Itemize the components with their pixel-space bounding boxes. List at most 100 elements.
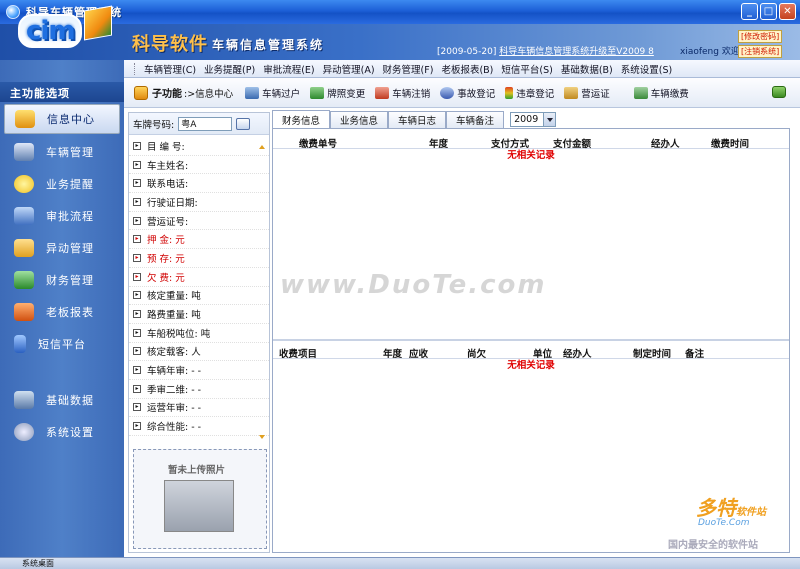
finance-icon <box>14 271 34 289</box>
permit-icon <box>564 86 579 99</box>
nav-item-vehicle[interactable]: 车辆管理 <box>0 136 124 168</box>
top-links: [修改密码] [注销系统] <box>738 30 783 58</box>
photo-box[interactable]: 暂未上传照片 <box>133 449 267 549</box>
vehicle-icon <box>14 143 34 161</box>
deregister-icon <box>375 86 390 99</box>
nav-list: 信息中心 车辆管理 业务提醒 审批流程 异动管理 财务管理 老板报表 短信平台 <box>0 102 124 448</box>
col-remarks: 备注 <box>685 349 705 360</box>
arrow-right-icon: ▸ <box>133 403 141 412</box>
arrow-right-icon: ▸ <box>133 422 141 431</box>
info-center-icon <box>15 110 35 128</box>
menu-vehicle[interactable]: 车辆管理(C) <box>144 62 196 76</box>
arrow-right-icon: ▸ <box>133 197 141 206</box>
col-pay-time: 缴费时间 <box>711 139 750 150</box>
field-passengers: ▸ 核定载客: 人 <box>129 343 269 362</box>
deregister-button[interactable]: 车辆注销 <box>375 86 430 100</box>
database-icon <box>14 391 34 409</box>
title-bar[interactable]: 科导车辆管理系统 _ □ ✕ <box>0 0 800 24</box>
charges-grid-header: 收费项目 年度 应收 尚欠 单位 经办人 制定时间 备注 <box>273 343 789 360</box>
approval-icon <box>14 207 34 225</box>
logo: cim <box>18 5 112 64</box>
col-charge-year: 年度 <box>383 349 403 360</box>
menu-settings[interactable]: 系统设置(S) <box>621 62 672 76</box>
edit-icon[interactable] <box>236 117 251 130</box>
phone-icon <box>14 335 26 353</box>
field-list: ▸ 目 编 号: ▸ 车主姓名: ▸ 联系电话: ▸ 行驶证日期: ▸ 营运证号: ▸ 押 … <box>129 135 269 436</box>
arrow-right-icon: ▸ <box>133 160 141 169</box>
change-password-link[interactable]: [修改密码] <box>738 30 783 43</box>
tab-vehicle-notes[interactable]: 车辆备注 <box>446 111 505 128</box>
watermark-slogan: 国内最安全的软件站 <box>668 540 758 551</box>
tab-business-info[interactable]: 业务信息 <box>330 111 389 128</box>
year-select[interactable]: 2009 <box>510 112 557 127</box>
nav-item-approval[interactable]: 审批流程 <box>0 200 124 232</box>
permit-button[interactable]: 营运证 <box>564 86 610 100</box>
nav-separator <box>0 360 124 384</box>
field-annual-review: ▸ 车辆年审: - - <box>129 361 269 380</box>
menu-sms[interactable]: 短信平台(S) <box>501 62 552 76</box>
minimize-button[interactable]: _ <box>741 3 758 20</box>
status-text: 系统桌面 <box>22 559 54 568</box>
nav-item-info-center[interactable]: 信息中心 <box>4 104 120 134</box>
payment-grid: 缴费单号 年度 支付方式 支付金额 经办人 缴费时间 无相关记录 <box>273 133 789 163</box>
window-controls: _ □ ✕ <box>741 3 796 20</box>
payment-grid-empty: 无相关记录 <box>507 150 555 161</box>
col-unit: 单位 <box>533 349 553 360</box>
nav-item-change[interactable]: 异动管理 <box>0 232 124 264</box>
payment-grid-header: 缴费单号 年度 支付方式 支付金额 经办人 缴费时间 <box>273 133 789 150</box>
close-button[interactable]: ✕ <box>779 3 796 20</box>
transfer-button[interactable]: 车辆过户 <box>245 86 300 100</box>
gear-icon <box>14 423 34 441</box>
news-ticker: [2009-05-20] 科导车辆信息管理系统升级至V2009 8 <box>437 44 654 57</box>
nav-item-settings[interactable]: 系统设置 <box>0 416 124 448</box>
status-bar: 系统桌面 <box>0 557 800 569</box>
nav-header: 主功能选项 <box>0 82 124 102</box>
reports-icon <box>14 303 34 321</box>
sub-toolbar: 子功能 :>信息中心 车辆过户 牌照变更 车辆注销 事故登记 违章登记 营运证 … <box>124 78 800 108</box>
plate-input[interactable]: 粤A <box>178 116 233 131</box>
violation-button[interactable]: 违章登记 <box>505 86 554 100</box>
menu-bar: 车辆管理(C) 业务提醒(P) 审批流程(E) 异动管理(A) 财务管理(F) … <box>124 60 800 78</box>
plate-change-button[interactable]: 牌照变更 <box>310 86 365 100</box>
nav-item-finance[interactable]: 财务管理 <box>0 264 124 296</box>
photo-placeholder-icon <box>164 480 234 532</box>
field-arrears: ▸ 欠 费: 元 <box>129 268 269 287</box>
payment-button[interactable]: 车辆缴费 <box>633 86 689 100</box>
menu-reports[interactable]: 老板报表(B) <box>441 62 493 76</box>
nav-item-reports[interactable]: 老板报表 <box>0 296 124 328</box>
refresh-icon[interactable] <box>772 86 786 98</box>
menu-reminder[interactable]: 业务提醒(P) <box>204 62 255 76</box>
menu-basic-data[interactable]: 基础数据(B) <box>561 62 613 76</box>
field-toll-weight: ▸ 路费重量: 吨 <box>129 305 269 324</box>
field-permit: ▸ 营运证号: <box>129 212 269 231</box>
tab-finance-info[interactable]: 财务信息 <box>272 110 331 128</box>
scroll-down-icon[interactable] <box>259 435 265 439</box>
maximize-button[interactable]: □ <box>760 3 777 20</box>
grid-splitter[interactable] <box>273 339 789 341</box>
scroll-up-icon[interactable] <box>259 145 265 149</box>
menu-change[interactable]: 异动管理(A) <box>323 62 375 76</box>
menu-approval[interactable]: 审批流程(E) <box>263 62 314 76</box>
photo-label: 暂未上传照片 <box>168 465 226 476</box>
nav-item-sms[interactable]: 短信平台 <box>0 328 124 360</box>
accident-button[interactable]: 事故登记 <box>440 86 495 100</box>
sub-function-label: 子功能 <box>152 89 182 100</box>
arrow-right-icon: ▸ <box>133 235 141 244</box>
nav-item-basic-data[interactable]: 基础数据 <box>0 384 124 416</box>
ticker-date: [2009-05-20] <box>437 47 497 57</box>
nav-item-reminder[interactable]: 业务提醒 <box>0 168 124 200</box>
field-license-date: ▸ 行驶证日期: <box>129 193 269 212</box>
menu-finance[interactable]: 财务管理(F) <box>383 62 434 76</box>
accident-icon <box>440 86 455 99</box>
menu-grip <box>134 62 136 75</box>
field-prepaid: ▸ 预 存: 元 <box>129 249 269 268</box>
logout-link[interactable]: [注销系统] <box>738 45 783 58</box>
ticker-news-link[interactable]: 科导车辆信息管理系统升级至V2009 8 <box>499 47 654 57</box>
tab-vehicle-log[interactable]: 车辆日志 <box>388 111 447 128</box>
watermark-logo: 多特软件站 DuoTe.Com 国内最安全的软件站 <box>666 492 796 552</box>
vehicle-info-panel: 车牌号码: 粤A ▸ 目 编 号: ▸ 车主姓名: ▸ 联系电话: ▸ 行驶证日期: ▸… <box>128 112 270 553</box>
chevron-down-icon[interactable] <box>543 113 556 126</box>
breadcrumb: :>信息中心 <box>184 88 234 100</box>
charges-grid-empty: 无相关记录 <box>507 360 555 371</box>
col-year: 年度 <box>429 139 449 150</box>
